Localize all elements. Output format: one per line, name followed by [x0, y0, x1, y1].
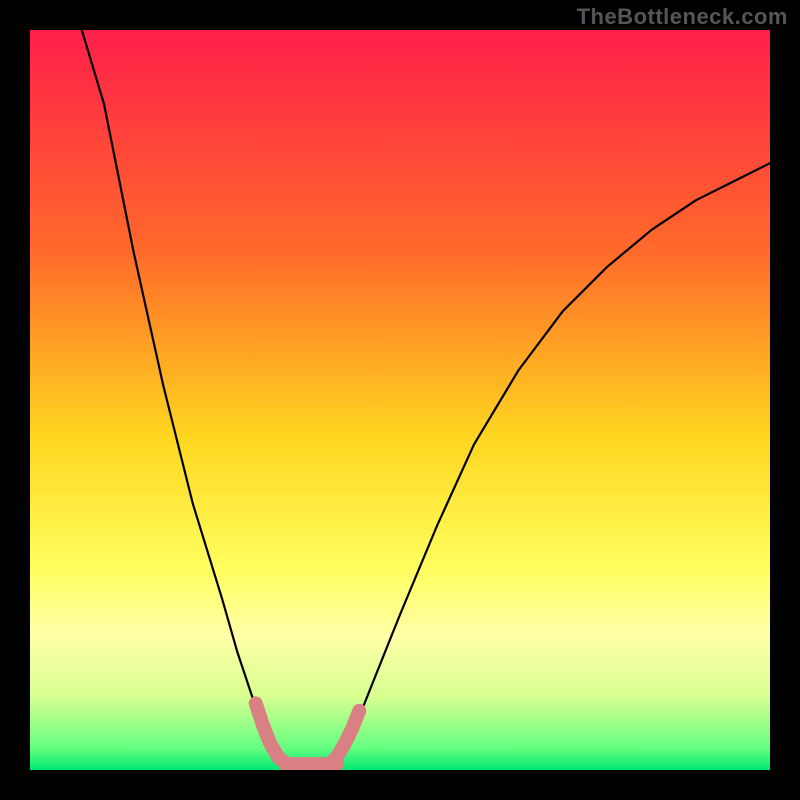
chart-svg [30, 30, 770, 770]
gradient-background [30, 30, 770, 770]
watermark-text: TheBottleneck.com [577, 4, 788, 30]
chart-frame: TheBottleneck.com [0, 0, 800, 800]
plot-area [30, 30, 770, 770]
